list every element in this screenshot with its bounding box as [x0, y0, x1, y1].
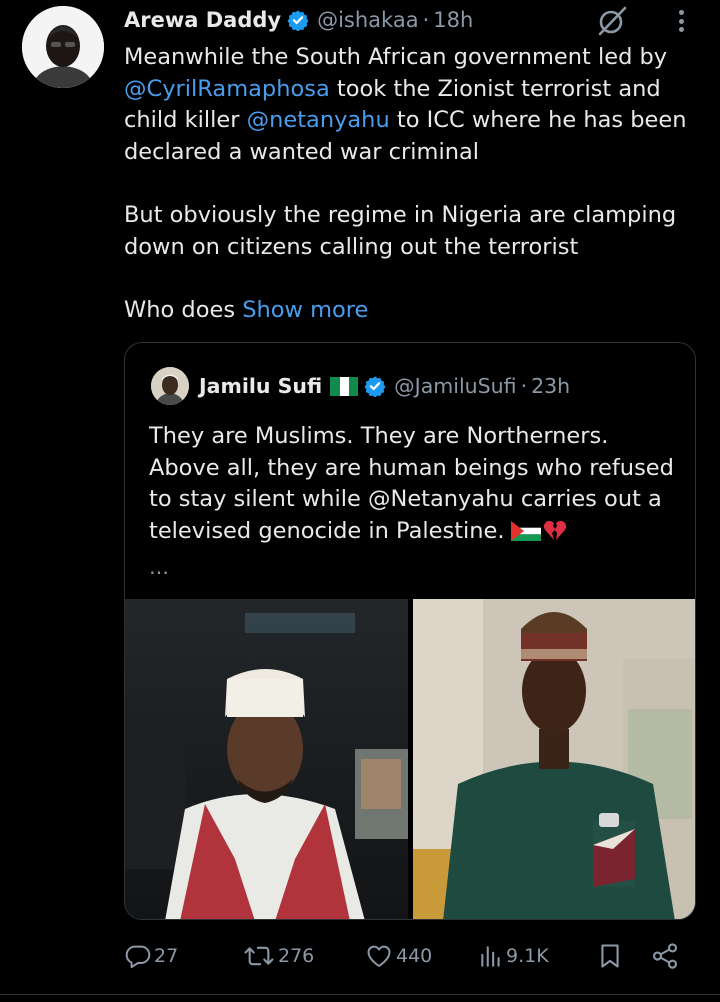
tweet-header: Arewa Daddy @ishakaa · 18h — [124, 4, 473, 36]
views-icon — [481, 946, 500, 967]
heart-icon — [367, 945, 391, 967]
quoted-tweet[interactable]: Jamilu Sufi @JamiluSufi · 23h They are M… — [124, 342, 696, 920]
reply-button[interactable]: 27 — [124, 934, 178, 978]
repost-button[interactable]: 276 — [242, 934, 314, 978]
author-handle[interactable]: @ishakaa — [317, 8, 418, 32]
like-count: 440 — [396, 945, 433, 967]
photo-image — [413, 599, 695, 919]
author-name[interactable]: Arewa Daddy — [124, 8, 281, 32]
separator-dot: · — [520, 374, 528, 398]
tweet-paragraph: Meanwhile the South African government l… — [124, 42, 694, 168]
palestine-flag-icon — [510, 521, 541, 542]
share-icon — [652, 943, 678, 969]
show-more-link[interactable]: Show more — [242, 297, 368, 323]
text-segment: Meanwhile the South African government l… — [124, 44, 668, 70]
views-count: 9.1K — [506, 945, 549, 967]
verified-badge-icon — [287, 10, 309, 31]
user-avatar-icon — [151, 367, 189, 405]
verified-badge-icon — [364, 376, 386, 397]
repost-icon — [244, 946, 274, 966]
repost-count: 276 — [278, 945, 315, 967]
reply-count: 27 — [154, 945, 179, 967]
tweet-paragraph: But obviously the regime in Nigeria are … — [124, 201, 677, 260]
more-dot-icon — [678, 27, 684, 32]
quote-header: Jamilu Sufi @JamiluSufi · 23h — [199, 369, 570, 403]
photo-image — [125, 599, 408, 919]
share-button[interactable] — [650, 934, 680, 978]
author-avatar[interactable] — [22, 6, 104, 88]
quote-author-name[interactable]: Jamilu Sufi — [199, 374, 322, 398]
more-options-button[interactable] — [668, 6, 694, 36]
tweet: Arewa Daddy @ishakaa · 18h Meanwhile the… — [0, 0, 720, 1002]
tweet-action-bar: 27 276 440 9.1K — [124, 934, 694, 978]
quote-text-content: They are Muslims. They are Northerners. … — [149, 423, 674, 544]
quote-photo-2[interactable] — [413, 599, 695, 919]
grok-button[interactable] — [594, 4, 630, 38]
separator-dot: · — [422, 8, 430, 32]
tweet-text: Meanwhile the South African government l… — [124, 42, 694, 326]
mention-link[interactable]: @netanyahu — [247, 107, 390, 133]
broken-heart-icon — [543, 521, 566, 541]
reply-icon — [125, 945, 151, 969]
divider — [0, 994, 720, 995]
views-button[interactable]: 9.1K — [478, 934, 549, 978]
user-avatar-icon — [22, 6, 104, 88]
quote-time[interactable]: 23h — [531, 374, 570, 398]
quote-author-handle[interactable]: @JamiluSufi — [394, 374, 516, 398]
quote-author-avatar[interactable] — [151, 367, 189, 405]
text-segment: Who does — [124, 296, 243, 323]
more-dot-icon — [678, 10, 684, 15]
bookmark-button[interactable] — [596, 934, 624, 978]
tweet-paragraph: Who does Show more — [124, 295, 694, 327]
quote-text: They are Muslims. They are Northerners. … — [149, 421, 679, 547]
quote-ellipsis: … — [149, 555, 169, 579]
like-button[interactable]: 440 — [364, 934, 432, 978]
tweet-time[interactable]: 18h — [433, 8, 473, 32]
mention-link[interactable]: @CyrilRamaphosa — [124, 76, 330, 102]
quote-photo-1[interactable] — [125, 599, 408, 919]
bookmark-icon — [601, 944, 619, 968]
grok-icon — [598, 6, 627, 36]
nigeria-flag-icon — [330, 376, 359, 396]
more-dot-icon — [678, 18, 684, 24]
